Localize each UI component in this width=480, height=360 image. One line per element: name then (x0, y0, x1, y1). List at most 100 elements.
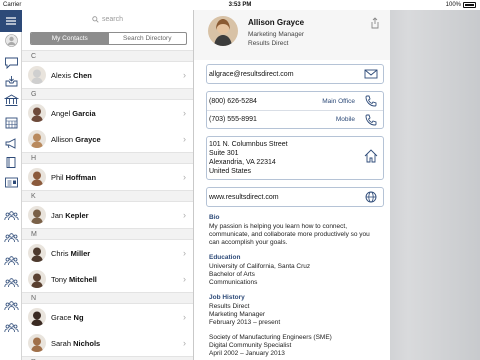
group-icon[interactable] (3, 230, 19, 244)
last-name: Hoffman (65, 172, 97, 182)
avatar (28, 334, 46, 352)
address-line: Suite 301 (209, 150, 239, 157)
book-icon[interactable] (3, 155, 19, 169)
section-header: R (22, 356, 193, 360)
inbox-icon[interactable] (3, 74, 19, 88)
search-input[interactable]: search (22, 10, 193, 28)
contact-detail-panel: Allison Grayce Marketing Manager Results… (194, 10, 390, 360)
phone-label: Main Office (322, 97, 355, 105)
mail-icon[interactable] (364, 68, 378, 80)
detail-header: Allison Grayce Marketing Manager Results… (194, 10, 390, 60)
contact-row[interactable]: Phil Hoffman › (22, 164, 193, 190)
job-line: Marketing Manager (209, 311, 265, 318)
menu-icon[interactable] (0, 10, 22, 32)
contact-name: Tony Mitchell (51, 275, 97, 284)
first-name: Alexis (51, 70, 72, 80)
contact-name: Jan Kepler (51, 211, 89, 220)
avatar-icon[interactable] (3, 33, 19, 47)
search-icon (92, 15, 99, 23)
first-name: Phil (51, 172, 64, 182)
contact-row[interactable]: Alexis Chen › (22, 62, 193, 88)
job-line: Society of Manufacturing Engineers (SME) (209, 334, 332, 341)
contact-row[interactable]: Jan Kepler › (22, 202, 193, 228)
phone-card: (800) 626-5284 Main Office (703) 555-899… (206, 91, 384, 129)
calendar-icon[interactable] (3, 115, 19, 129)
clock: 3:53 PM (228, 2, 252, 8)
last-name: Miller (70, 248, 91, 258)
battery-icon (463, 2, 476, 8)
education-heading: Education (209, 254, 241, 261)
contact-row[interactable]: Allison Grayce › (22, 126, 193, 152)
email-value: allgrace@resultsdirect.com (209, 70, 294, 78)
avatar (28, 270, 46, 288)
megaphone-icon[interactable] (3, 136, 19, 150)
phone-row-main[interactable]: (800) 626-5284 Main Office (207, 92, 383, 110)
contact-row[interactable]: Sarah Nichols › (22, 330, 193, 356)
email-card[interactable]: allgrace@resultsdirect.com (206, 64, 384, 84)
chevron-right-icon: › (183, 172, 186, 182)
chevron-right-icon: › (183, 134, 186, 144)
chevron-right-icon: › (183, 274, 186, 284)
last-name: Kepler (65, 210, 89, 220)
education-line: Bachelor of Arts (209, 271, 255, 278)
contact-row[interactable]: Tony Mitchell › (22, 266, 193, 292)
section-header: K (22, 190, 193, 202)
avatar (28, 104, 46, 122)
contact-name: Alexis Chen (51, 71, 92, 80)
group-icon[interactable] (3, 253, 19, 267)
group-icon[interactable] (3, 208, 19, 222)
phone-row-mobile[interactable]: (703) 555-8991 Mobile (207, 110, 383, 128)
section-header: M (22, 228, 193, 240)
tab-search-directory[interactable]: Search Directory (109, 33, 187, 44)
icon-rail (0, 10, 22, 360)
phone-icon[interactable] (364, 95, 378, 107)
section-header: G (22, 88, 193, 100)
first-name: Allison (51, 134, 74, 144)
education-line: Communications (209, 279, 258, 286)
contacts-list-panel: search My Contacts Search Directory C Ale… (22, 10, 194, 360)
section-header: H (22, 152, 193, 164)
contact-name: Chris Miller (51, 249, 90, 258)
group-icon[interactable] (3, 320, 19, 334)
last-name: Garcia (72, 108, 96, 118)
last-name: Chen (73, 70, 92, 80)
address-line: Alexandria, VA 22314 (209, 159, 276, 166)
address-line: United States (209, 168, 252, 175)
globe-icon[interactable] (364, 191, 378, 203)
id-card-icon[interactable] (3, 175, 19, 189)
last-name: Nichols (73, 338, 101, 348)
avatar (28, 130, 46, 148)
website-card[interactable]: www.resultsdirect.com (206, 187, 384, 207)
contact-row[interactable]: Chris Miller › (22, 240, 193, 266)
contact-company: Results Direct (248, 40, 289, 47)
tab-my-contacts[interactable]: My Contacts (31, 33, 109, 44)
bank-icon[interactable] (3, 93, 19, 107)
group-icon[interactable] (3, 298, 19, 312)
section-header: N (22, 292, 193, 304)
contact-row[interactable]: Grace Ng › (22, 304, 193, 330)
job-line: February 2013 – present (209, 319, 281, 326)
home-icon[interactable] (364, 149, 378, 163)
phone-number: (703) 555-8991 (209, 116, 257, 123)
job-line: Digital Community Specialist (209, 342, 292, 349)
avatar (28, 308, 46, 326)
phone-icon[interactable] (364, 114, 378, 126)
contact-name: Phil Hoffman (51, 173, 96, 182)
contact-name: Allison Grayce (51, 135, 101, 144)
status-bar: Carrier 3:53 PM 100% (0, 0, 480, 10)
first-name: Jan (51, 210, 64, 220)
chevron-right-icon: › (183, 70, 186, 80)
chevron-right-icon: › (183, 210, 186, 220)
address-card[interactable]: 101 N. Columnbus Street Suite 301 Alexan… (206, 136, 384, 180)
avatar (28, 66, 46, 84)
group-icon[interactable] (3, 275, 19, 289)
contact-name: Sarah Nichols (51, 339, 100, 348)
website-value: www.resultsdirect.com (209, 193, 279, 201)
contact-row[interactable]: Angel Garcia › (22, 100, 193, 126)
contact-name: Angel Garcia (51, 109, 96, 118)
share-icon[interactable] (370, 17, 380, 29)
chevron-right-icon: › (183, 312, 186, 322)
chat-icon[interactable] (3, 55, 19, 69)
profile-sections: Bio My passion is helping you learn how … (194, 214, 390, 358)
phone-number: (800) 626-5284 (209, 97, 257, 105)
